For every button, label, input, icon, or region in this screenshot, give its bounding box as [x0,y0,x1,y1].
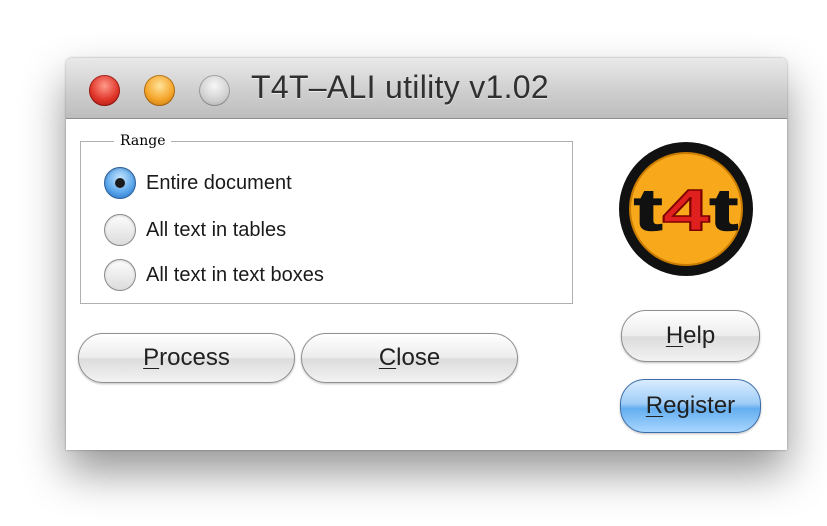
register-label: egister [663,392,736,419]
t4t-logo-icon: t4t [619,142,753,276]
help-mnemonic: H [665,322,684,349]
register-mnemonic: R [645,392,664,419]
radio-button-selected[interactable] [104,167,136,199]
register-button[interactable]: Register [620,379,761,433]
radio-label[interactable]: All text in text boxes [146,264,324,287]
zoom-window-button[interactable] [199,75,230,106]
close-label: lose [396,344,441,371]
radio-dot-icon [115,178,125,188]
radio-all-text-in-tables[interactable]: All text in tables [104,210,286,250]
close-mnemonic: C [378,344,397,371]
minimize-window-button[interactable] [144,75,175,106]
range-legend: Range [114,133,172,149]
radio-label[interactable]: All text in tables [146,219,286,242]
window-title: T4T–ALI utility v1.02 [251,69,549,105]
process-button[interactable]: Process [78,333,295,383]
radio-button[interactable] [104,214,136,246]
app-window: T4T–ALI utility v1.02 Range Entire docum… [66,58,787,450]
help-label: elp [683,322,716,349]
process-mnemonic: P [143,344,160,371]
radio-button[interactable] [104,259,136,291]
radio-all-text-in-text-boxes[interactable]: All text in text boxes [104,255,324,295]
svg-text:t4t: t4t [634,178,738,243]
help-button[interactable]: Help [621,310,760,362]
process-label: rocess [159,344,230,371]
close-window-button[interactable] [89,75,120,106]
title-bar[interactable]: T4T–ALI utility v1.02 [66,58,787,119]
radio-entire-document[interactable]: Entire document [104,163,292,203]
radio-label[interactable]: Entire document [146,172,292,195]
close-button[interactable]: Close [301,333,518,383]
t4t-logo: t4t [617,140,755,278]
